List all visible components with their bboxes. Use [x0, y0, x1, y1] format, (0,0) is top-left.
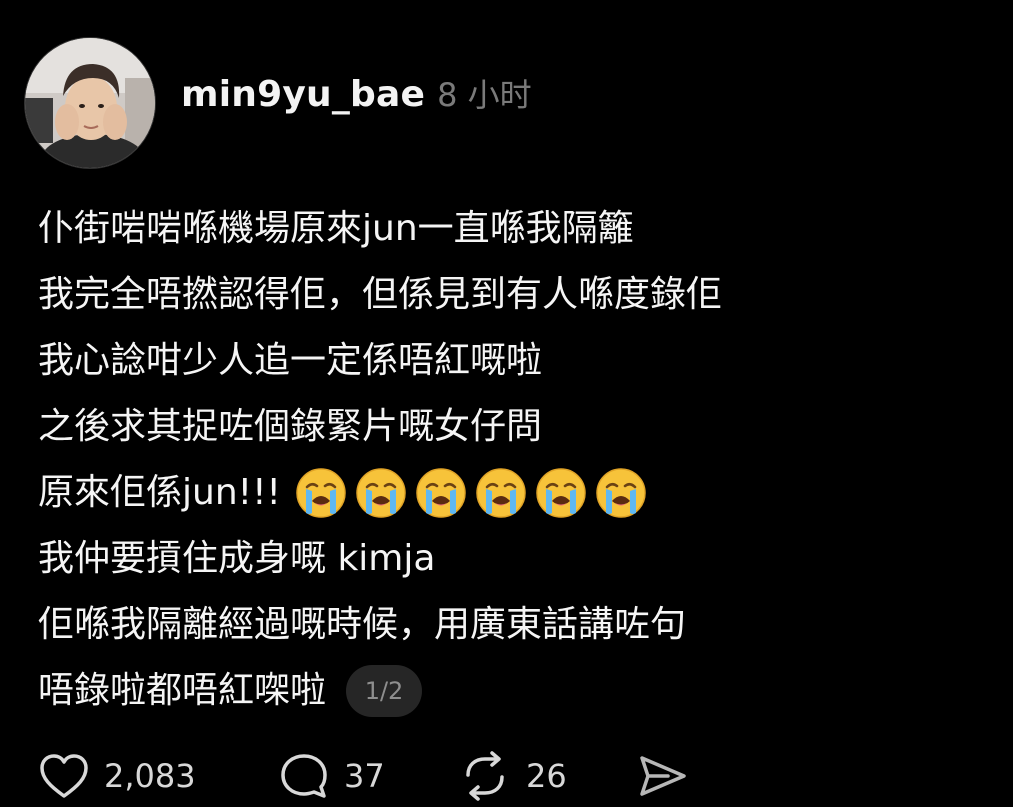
crying-face-emoji-icon — [535, 467, 587, 519]
crying-face-emoji-icon — [475, 467, 527, 519]
share-button[interactable] — [638, 752, 698, 800]
reply-count: 37 — [344, 757, 385, 795]
repost-count: 26 — [526, 757, 567, 795]
heart-icon — [40, 754, 88, 798]
crying-face-emoji-icon — [295, 467, 347, 519]
crying-face-emoji-icon — [595, 467, 647, 519]
post-line: 佢喺我隔離經過嘅時候，用廣東話講咗句 — [38, 604, 687, 645]
username[interactable]: min9yu_bae — [181, 74, 425, 115]
post-line: 我仲要摃住成身嘅 kimja — [38, 538, 436, 579]
crying-face-emoji-icon — [415, 467, 467, 519]
post-line: 唔錄啦都唔紅㗎啦 — [38, 670, 327, 711]
post-line: 之後求其捉咗個錄緊片嘅女仔問 — [38, 406, 543, 447]
post-body: 仆街啱啱喺機場原來jun一直喺我隔籬 我完全唔撚認得佢，但係見到有人喺度錄佢 我… — [38, 196, 722, 724]
post-timestamp: 8 小时 — [437, 76, 532, 114]
comment-bubble-icon — [281, 754, 327, 798]
post-line-last: 唔錄啦都唔紅㗎啦 1/2 — [38, 658, 722, 724]
like-count: 2,083 — [104, 757, 196, 795]
post-line: 仆街啱啱喺機場原來jun一直喺我隔籬 — [38, 208, 634, 249]
emoji-group — [295, 467, 647, 519]
send-icon — [640, 756, 686, 796]
post-line: 我心諗咁少人追一定係唔紅嘅啦 — [38, 340, 543, 381]
post-line: 原來佢係jun!!! — [38, 472, 281, 513]
action-bar: 2,083 37 26 — [38, 748, 698, 804]
avatar[interactable] — [24, 37, 156, 169]
reply-button[interactable]: 37 — [278, 751, 458, 801]
post-line-with-emojis: 原來佢係jun!!! — [38, 460, 722, 526]
crying-face-emoji-icon — [355, 467, 407, 519]
page-indicator-badge[interactable]: 1/2 — [346, 665, 423, 717]
post-line: 我完全唔撚認得佢，但係見到有人喺度錄佢 — [38, 274, 723, 315]
avatar-photo — [25, 38, 155, 168]
post-header: min9yu_bae 8 小时 — [181, 70, 532, 116]
like-button[interactable]: 2,083 — [38, 752, 278, 800]
repost-button[interactable]: 26 — [458, 751, 638, 801]
repost-arrows-icon — [466, 751, 504, 801]
